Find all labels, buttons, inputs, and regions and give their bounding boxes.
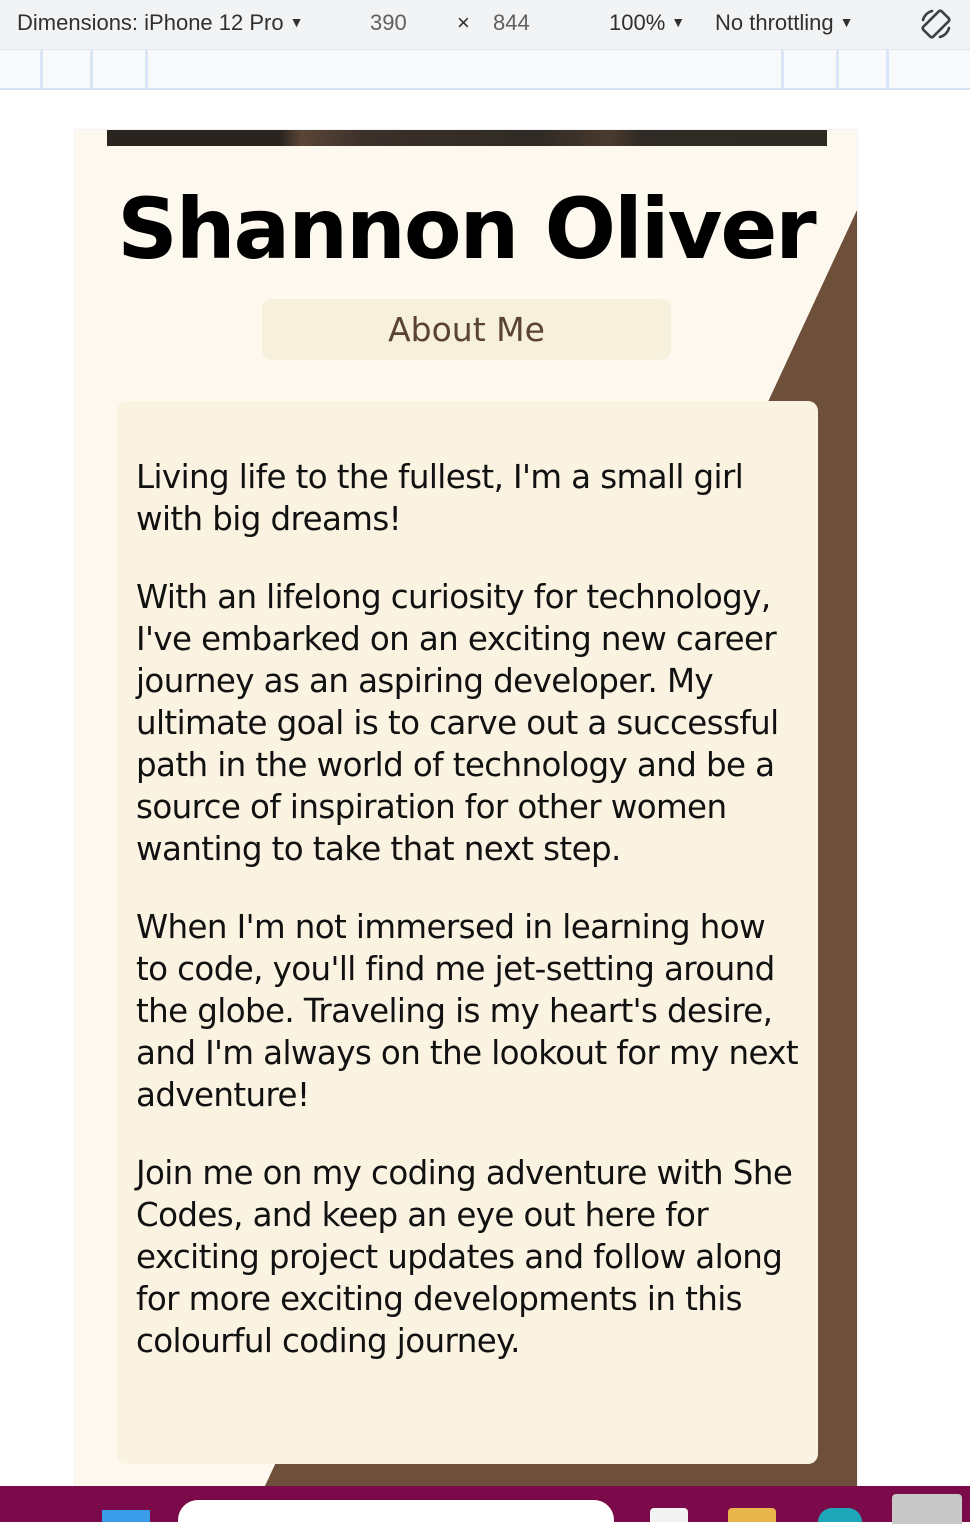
dimensions-label: Dimensions: iPhone 12 Pro <box>17 10 284 35</box>
chrome-icon[interactable] <box>892 1494 962 1524</box>
bio-paragraph: Living life to the fullest, I'm a small … <box>136 458 744 538</box>
ruler-tick <box>90 50 93 88</box>
file-explorer-icon[interactable] <box>728 1508 776 1522</box>
throttling-dropdown[interactable]: No throttling ▼ <box>715 10 853 36</box>
ruler-tick <box>886 50 889 88</box>
width-input[interactable]: 390 <box>370 10 407 36</box>
rotate-icon[interactable] <box>918 6 954 42</box>
chevron-down-icon: ▼ <box>671 14 686 30</box>
bio-card: Living life to the fullest, I'm a small … <box>117 401 818 1464</box>
windows-start-icon[interactable] <box>102 1510 150 1522</box>
taskbar-search-input[interactable] <box>178 1500 614 1540</box>
zoom-dropdown[interactable]: 100% ▼ <box>609 10 685 36</box>
taskbar <box>0 1486 970 1540</box>
bio-paragraph: When I'm not immersed in learning how to… <box>136 908 799 1114</box>
chevron-down-icon: ▼ <box>839 14 854 30</box>
profile-photo <box>107 130 827 146</box>
height-input[interactable]: 844 <box>493 10 530 36</box>
ruler-tick <box>145 50 148 88</box>
app-icon[interactable] <box>650 1508 688 1522</box>
bio-paragraph: With an lifelong curiosity for technolog… <box>136 578 779 868</box>
ruler-tick <box>40 50 43 88</box>
zoom-label: 100% <box>609 10 666 35</box>
page-viewport: Shannon Oliver About Me Living life to t… <box>75 130 857 1486</box>
throttling-label: No throttling <box>715 10 834 35</box>
devtools-device-toolbar: Dimensions: iPhone 12 Pro ▼ 390 × 844 100… <box>0 0 970 50</box>
edge-icon[interactable] <box>818 1508 862 1522</box>
page-title: Shannon Oliver <box>117 180 816 278</box>
chevron-down-icon: ▼ <box>289 14 304 30</box>
bio-paragraph: Join me on my coding adventure with She … <box>136 1154 793 1360</box>
about-me-button[interactable]: About Me <box>262 299 671 360</box>
media-query-ruler <box>0 50 970 90</box>
dimensions-dropdown[interactable]: Dimensions: iPhone 12 Pro ▼ <box>17 10 303 36</box>
ruler-tick <box>836 50 839 88</box>
times-separator: × <box>457 10 470 35</box>
ruler-tick <box>781 50 784 88</box>
